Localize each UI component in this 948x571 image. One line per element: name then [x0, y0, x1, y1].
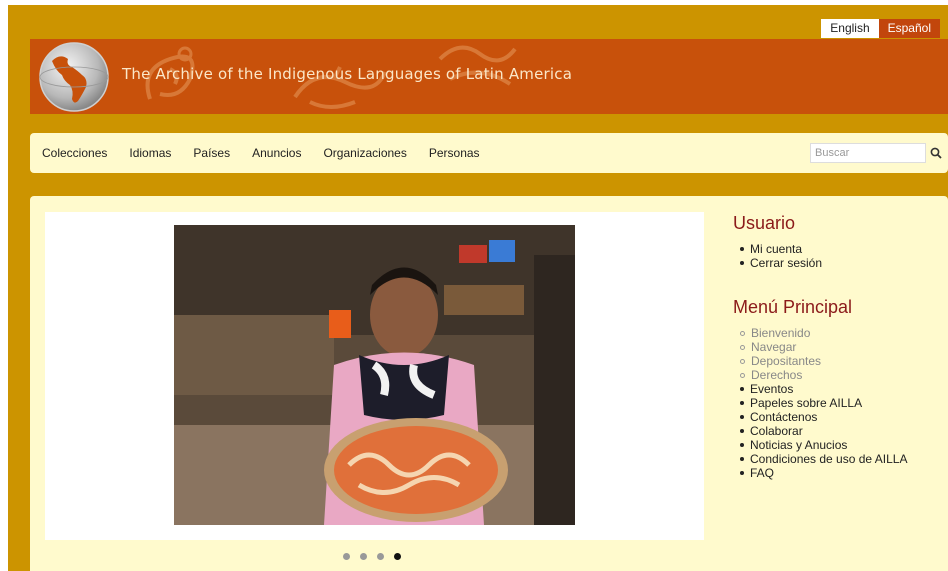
menu-item-papeles[interactable]: Papeles sobre AILLA — [733, 396, 907, 410]
menu-item-label: Colaborar — [750, 424, 803, 438]
menu-item-label: Contáctenos — [750, 410, 818, 424]
site-title[interactable]: The Archive of the Indigenous Languages … — [122, 65, 572, 83]
nav-item-personas[interactable]: Personas — [429, 146, 480, 160]
nav-item-anuncios[interactable]: Anuncios — [252, 146, 301, 160]
user-menu: Mi cuenta Cerrar sesión — [733, 242, 822, 270]
search-box — [810, 143, 944, 163]
bullet-icon — [740, 247, 744, 251]
main-menu-block: Menú Principal Bienvenido Navegar Deposi… — [733, 297, 907, 480]
slide-dot[interactable] — [343, 553, 350, 560]
slideshow-pager — [343, 553, 411, 560]
menu-item-bienvenido[interactable]: Bienvenido — [733, 326, 907, 340]
slideshow — [45, 212, 704, 540]
menu-item-label: Navegar — [751, 340, 797, 354]
menu-item-cerrar-sesion[interactable]: Cerrar sesión — [733, 256, 822, 270]
menu-item-label: Bienvenido — [751, 326, 811, 340]
menu-item-mi-cuenta[interactable]: Mi cuenta — [733, 242, 822, 256]
spanish-button[interactable]: Español — [878, 19, 940, 38]
user-block-title: Usuario — [733, 213, 796, 233]
bullet-icon — [740, 330, 745, 336]
slide-dot[interactable] — [360, 553, 367, 560]
menu-item-condiciones[interactable]: Condiciones de uso de AILLA — [733, 452, 907, 466]
bullet-icon — [740, 344, 745, 350]
bullet-icon — [740, 457, 744, 461]
bullet-icon — [740, 415, 744, 419]
bullet-icon — [740, 261, 744, 265]
site-banner: The Archive of the Indigenous Languages … — [30, 39, 948, 114]
user-block: Usuario Mi cuenta Cerrar sesión — [733, 213, 822, 270]
bullet-icon — [740, 372, 745, 378]
bullet-icon — [740, 401, 744, 405]
nav-item-colecciones[interactable]: Colecciones — [42, 146, 107, 160]
menu-item-noticias[interactable]: Noticias y Anucios — [733, 438, 907, 452]
menu-item-label: Noticias y Anucios — [750, 438, 848, 452]
menu-item-label: Derechos — [751, 368, 803, 382]
menu-item-depositantes[interactable]: Depositantes — [733, 354, 907, 368]
bullet-icon — [740, 443, 744, 447]
bullet-icon — [740, 387, 744, 391]
main-navbar: Colecciones Idiomas Países Anuncios Orga… — [30, 133, 948, 173]
menu-item-label: FAQ — [750, 466, 775, 480]
slide-dot[interactable] — [377, 553, 384, 560]
menu-item-faq[interactable]: FAQ — [733, 466, 907, 480]
globe-logo[interactable] — [38, 41, 110, 113]
slide-dot-active[interactable] — [394, 553, 401, 560]
english-button[interactable]: English — [821, 19, 879, 38]
main-menu-title: Menú Principal — [733, 297, 853, 317]
menu-item-label: Eventos — [750, 382, 794, 396]
language-switch: English Español — [821, 19, 940, 38]
nav-item-idiomas[interactable]: Idiomas — [129, 146, 171, 160]
menu-item-colaborar[interactable]: Colaborar — [733, 424, 907, 438]
menu-item-label: Depositantes — [751, 354, 822, 368]
menu-item-label: Condiciones de uso de AILLA — [750, 452, 908, 466]
content-panel: Usuario Mi cuenta Cerrar sesión Menú Pri… — [30, 196, 948, 571]
bullet-icon — [740, 471, 744, 475]
bullet-icon — [740, 358, 745, 364]
menu-item-derechos[interactable]: Derechos — [733, 368, 907, 382]
nav-item-organizaciones[interactable]: Organizaciones — [323, 146, 406, 160]
menu-item-label: Cerrar sesión — [750, 256, 823, 270]
nav-item-paises[interactable]: Países — [193, 146, 230, 160]
search-icon[interactable] — [928, 144, 944, 162]
menu-item-label: Papeles sobre AILLA — [750, 396, 863, 410]
menu-item-navegar[interactable]: Navegar — [733, 340, 907, 354]
slideshow-photo[interactable] — [174, 225, 575, 525]
main-menu: Bienvenido Navegar Depositantes Derechos… — [733, 326, 907, 480]
menu-item-eventos[interactable]: Eventos — [733, 382, 907, 396]
search-input[interactable] — [810, 143, 926, 163]
bullet-icon — [740, 429, 744, 433]
menu-item-label: Mi cuenta — [750, 242, 803, 256]
nav-menu: Colecciones Idiomas Países Anuncios Orga… — [42, 133, 502, 173]
menu-item-contactenos[interactable]: Contáctenos — [733, 410, 907, 424]
